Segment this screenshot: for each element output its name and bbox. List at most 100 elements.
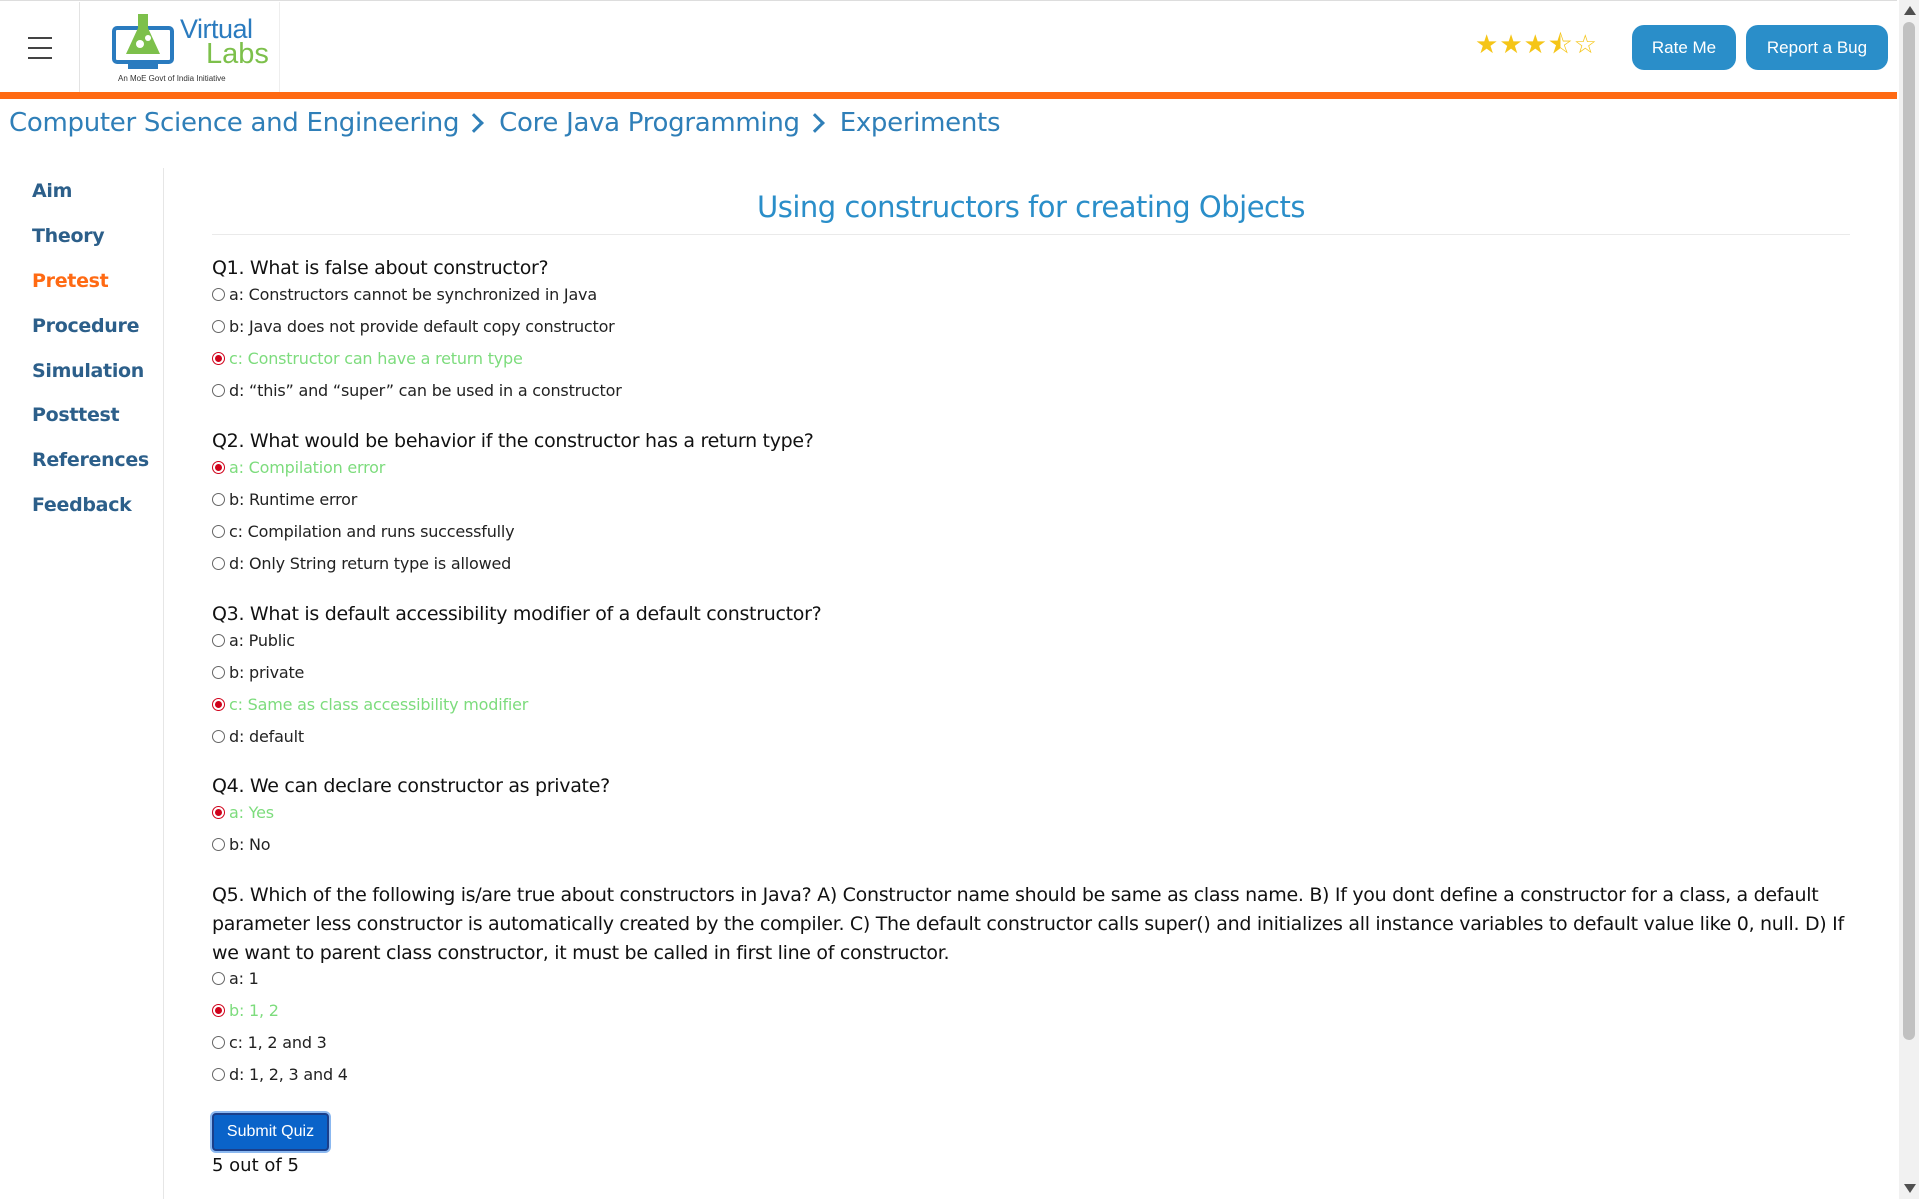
- option-label: d: Only String return type is allowed: [229, 554, 512, 573]
- radio-button[interactable]: [212, 634, 225, 647]
- question-block: Q3. What is default accessibility modifi…: [212, 600, 1850, 746]
- sidebar-item-aim[interactable]: Aim: [32, 180, 72, 202]
- answer-option[interactable]: d: Only String return type is allowed: [212, 554, 511, 573]
- question-block: Q4. We can declare constructor as privat…: [212, 772, 1850, 854]
- radio-button[interactable]: [212, 320, 225, 333]
- logo-tagline: An MoE Govt of India Initiative: [118, 74, 226, 83]
- answer-option[interactable]: d: 1, 2, 3 and 4: [212, 1065, 348, 1084]
- star-full-icon[interactable]: ★: [1499, 31, 1522, 59]
- title-divider: [212, 234, 1850, 235]
- flask-monitor-icon: [112, 14, 174, 69]
- radio-button[interactable]: [212, 730, 225, 743]
- question-text: Q5. Which of the following is/are true a…: [212, 884, 1844, 964]
- report-bug-button[interactable]: Report a Bug: [1746, 25, 1888, 70]
- answer-option[interactable]: a: 1: [212, 969, 259, 988]
- option-label: d: default: [229, 727, 304, 746]
- answer-option[interactable]: a: Public: [212, 631, 295, 650]
- radio-button[interactable]: [212, 461, 225, 474]
- option-label: c: Same as class accessibility modifier: [229, 695, 529, 714]
- breadcrumb: Computer Science and Engineering Core Ja…: [9, 108, 1001, 138]
- quiz-main: Using constructors for creating Objects …: [212, 168, 1850, 1084]
- vertical-scrollbar[interactable]: [1899, 0, 1919, 1199]
- logo-text-labs: Labs: [206, 38, 269, 70]
- sidebar-item-pretest[interactable]: Pretest: [32, 270, 109, 292]
- breadcrumb-experiments[interactable]: Experiments: [840, 108, 1001, 138]
- option-label: a: Public: [229, 631, 295, 650]
- radio-button[interactable]: [212, 384, 225, 397]
- question-block: Q1. What is false about constructor? a: …: [212, 254, 1850, 400]
- chevron-right-icon: [804, 113, 825, 133]
- answer-option[interactable]: c: Compilation and runs successfully: [212, 522, 515, 541]
- radio-button[interactable]: [212, 806, 225, 819]
- scroll-up-arrow-icon[interactable]: [1904, 6, 1916, 15]
- radio-button[interactable]: [212, 1004, 225, 1017]
- star-empty-icon[interactable]: ☆: [1574, 31, 1597, 59]
- option-label: a: Constructors cannot be synchronized i…: [229, 285, 597, 304]
- radio-button[interactable]: [212, 493, 225, 506]
- scroll-down-arrow-icon[interactable]: [1904, 1184, 1916, 1193]
- sidebar-item-simulation[interactable]: Simulation: [32, 360, 144, 382]
- sidebar-item-theory[interactable]: Theory: [32, 225, 105, 247]
- quiz-score: 5 out of 5: [212, 1155, 299, 1176]
- option-label: b: No: [229, 835, 271, 854]
- sidebar-item-references[interactable]: References: [32, 449, 149, 471]
- menu-toggle-button[interactable]: [0, 2, 80, 93]
- virtual-labs-logo[interactable]: Virtual Labs An MoE Govt of India Initia…: [80, 2, 280, 92]
- question-text: Q4. We can declare constructor as privat…: [212, 775, 610, 797]
- option-label: a: 1: [229, 969, 259, 988]
- answer-option[interactable]: d: default: [212, 727, 304, 746]
- header-accent-bar: [0, 92, 1897, 99]
- answer-option[interactable]: b: No: [212, 835, 271, 854]
- answer-option[interactable]: b: Runtime error: [212, 490, 357, 509]
- answer-option[interactable]: c: Constructor can have a return type: [212, 349, 523, 368]
- rate-me-button[interactable]: Rate Me: [1632, 25, 1736, 70]
- question-text: Q3. What is default accessibility modifi…: [212, 603, 822, 625]
- submit-quiz-button[interactable]: Submit Quiz: [212, 1113, 329, 1151]
- option-label: b: private: [229, 663, 305, 682]
- option-label: a: Compilation error: [229, 458, 386, 477]
- answer-option[interactable]: d: “this” and “super” can be used in a c…: [212, 381, 622, 400]
- radio-button[interactable]: [212, 1068, 225, 1081]
- top-header: Virtual Labs An MoE Govt of India Initia…: [0, 0, 1897, 99]
- radio-button[interactable]: [212, 666, 225, 679]
- option-label: d: “this” and “super” can be used in a c…: [229, 381, 622, 400]
- page-title: Using constructors for creating Objects: [757, 190, 1305, 224]
- sidebar-item-feedback[interactable]: Feedback: [32, 494, 132, 516]
- option-label: b: Runtime error: [229, 490, 358, 509]
- answer-option[interactable]: a: Constructors cannot be synchronized i…: [212, 285, 597, 304]
- radio-button[interactable]: [212, 698, 225, 711]
- question-text: Q2. What would be behavior if the constr…: [212, 430, 814, 452]
- answer-option[interactable]: b: 1, 2: [212, 1001, 279, 1020]
- hamburger-icon: [27, 33, 52, 63]
- rating-stars[interactable]: ★ ★ ★ ⯪ ☆: [1475, 31, 1597, 59]
- answer-option[interactable]: c: 1, 2 and 3: [212, 1033, 327, 1052]
- answer-option[interactable]: c: Same as class accessibility modifier: [212, 695, 528, 714]
- option-label: c: Constructor can have a return type: [229, 349, 523, 368]
- sidebar-item-procedure[interactable]: Procedure: [32, 315, 139, 337]
- option-label: c: 1, 2 and 3: [229, 1033, 327, 1052]
- star-half-icon[interactable]: ⯪: [1548, 31, 1573, 59]
- answer-option[interactable]: a: Compilation error: [212, 458, 385, 477]
- radio-button[interactable]: [212, 288, 225, 301]
- breadcrumb-discipline[interactable]: Computer Science and Engineering: [9, 108, 459, 138]
- radio-button[interactable]: [212, 352, 225, 365]
- radio-button[interactable]: [212, 838, 225, 851]
- radio-button[interactable]: [212, 1036, 225, 1049]
- answer-option[interactable]: b: Java does not provide default copy co…: [212, 317, 615, 336]
- star-full-icon[interactable]: ★: [1524, 31, 1547, 59]
- option-label: a: Yes: [229, 803, 274, 822]
- star-full-icon[interactable]: ★: [1475, 31, 1498, 59]
- radio-button[interactable]: [212, 557, 225, 570]
- scrollbar-thumb[interactable]: [1903, 22, 1915, 1040]
- radio-button[interactable]: [212, 525, 225, 538]
- breadcrumb-lab[interactable]: Core Java Programming: [499, 108, 800, 138]
- question-block: Q2. What would be behavior if the constr…: [212, 427, 1850, 573]
- sidebar-item-posttest[interactable]: Posttest: [32, 404, 120, 426]
- option-label: b: Java does not provide default copy co…: [229, 317, 615, 336]
- option-label: c: Compilation and runs successfully: [229, 522, 515, 541]
- question-text: Q1. What is false about constructor?: [212, 257, 549, 279]
- question-block: Q5. Which of the following is/are true a…: [212, 881, 1850, 1084]
- answer-option[interactable]: b: private: [212, 663, 304, 682]
- answer-option[interactable]: a: Yes: [212, 803, 274, 822]
- radio-button[interactable]: [212, 972, 225, 985]
